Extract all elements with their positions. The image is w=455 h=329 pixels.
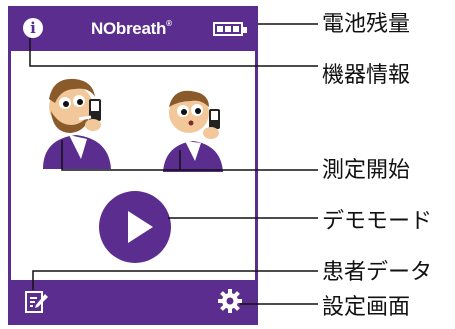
battery-icon	[213, 22, 247, 36]
callout-settings: 設定画面	[322, 295, 411, 320]
callout-patient-data: 患者データ	[322, 260, 433, 285]
boy-measuring-icon[interactable]	[151, 77, 241, 172]
edit-document-icon[interactable]	[23, 288, 49, 314]
callout-device-info: 機器情報	[322, 63, 411, 88]
callout-start-measurement: 測定開始	[322, 158, 411, 183]
info-icon[interactable]: i	[23, 18, 43, 38]
device-screen: i NObreath®	[8, 6, 258, 325]
battery-cell	[233, 26, 239, 32]
play-icon	[128, 211, 153, 243]
callout-demo-mode: デモモード	[322, 209, 433, 234]
top-bar: i NObreath®	[11, 9, 255, 51]
play-button[interactable]	[99, 191, 171, 263]
gear-icon[interactable]	[217, 288, 243, 314]
callout-battery: 電池残量	[322, 12, 411, 37]
app-title: NObreath®	[91, 19, 172, 38]
bottom-bar	[11, 280, 255, 322]
battery-cell	[217, 26, 223, 32]
battery-cell	[225, 26, 231, 32]
bearded-man-measuring-icon[interactable]	[31, 69, 121, 169]
